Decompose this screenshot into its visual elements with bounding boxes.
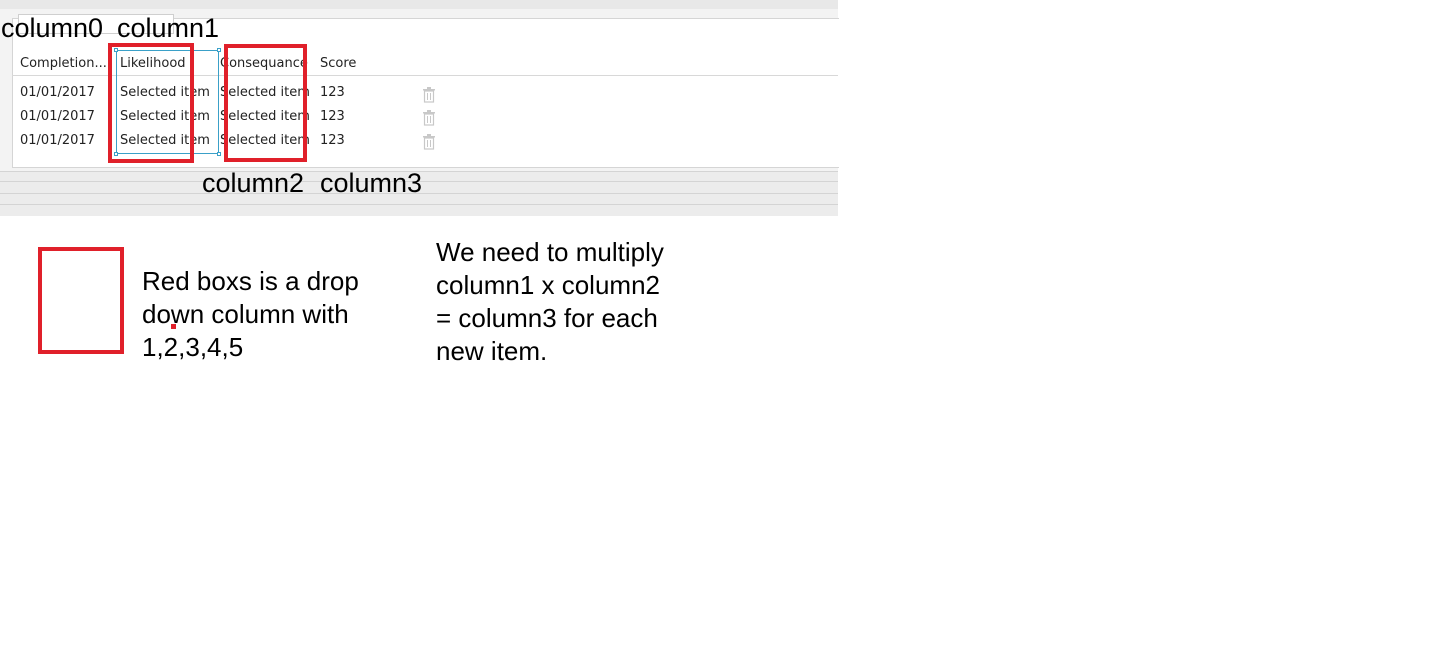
header-completion[interactable]: Completion... xyxy=(20,56,107,72)
row-2-score: 123 xyxy=(320,109,345,124)
selection-handle-tr[interactable] xyxy=(217,48,221,52)
legend-line-3: 1,2,3,4,5 xyxy=(142,332,244,362)
legend-line-1: Red boxs is a drop xyxy=(142,266,359,296)
annotation-column0: column0 xyxy=(1,13,104,43)
note-line-4: new item. xyxy=(436,336,548,366)
red-annotation-box-consequence xyxy=(224,44,307,162)
note-line-3: = column3 for each xyxy=(436,303,658,333)
trash-icon[interactable] xyxy=(423,87,435,103)
header-score[interactable]: Score xyxy=(320,56,356,72)
annotation-column2: column2 xyxy=(202,168,305,198)
trash-icon[interactable] xyxy=(423,134,435,150)
row-2-date[interactable]: 01/01/2017 xyxy=(20,109,95,125)
row-1-date[interactable]: 01/01/2017 xyxy=(20,85,95,101)
row-1-score: 123 xyxy=(320,85,345,100)
trash-icon[interactable] xyxy=(423,110,435,126)
note-line-2: column1 x column2 xyxy=(436,270,660,300)
annotation-column1: column1 xyxy=(117,13,220,43)
selection-handle-br[interactable] xyxy=(217,152,221,156)
red-annotation-box-likelihood xyxy=(108,43,194,163)
annotation-column3: column3 xyxy=(320,168,423,198)
instruction-note: We need to multiply column1 x column2 = … xyxy=(436,236,664,368)
row-3-date[interactable]: 01/01/2017 xyxy=(20,133,95,149)
legend-red-box xyxy=(38,247,124,354)
red-dot-marker xyxy=(171,324,176,329)
row-3-score: 123 xyxy=(320,133,345,148)
legend-text: Red boxs is a drop down column with 1,2,… xyxy=(142,265,359,364)
note-line-1: We need to multiply xyxy=(436,237,664,267)
